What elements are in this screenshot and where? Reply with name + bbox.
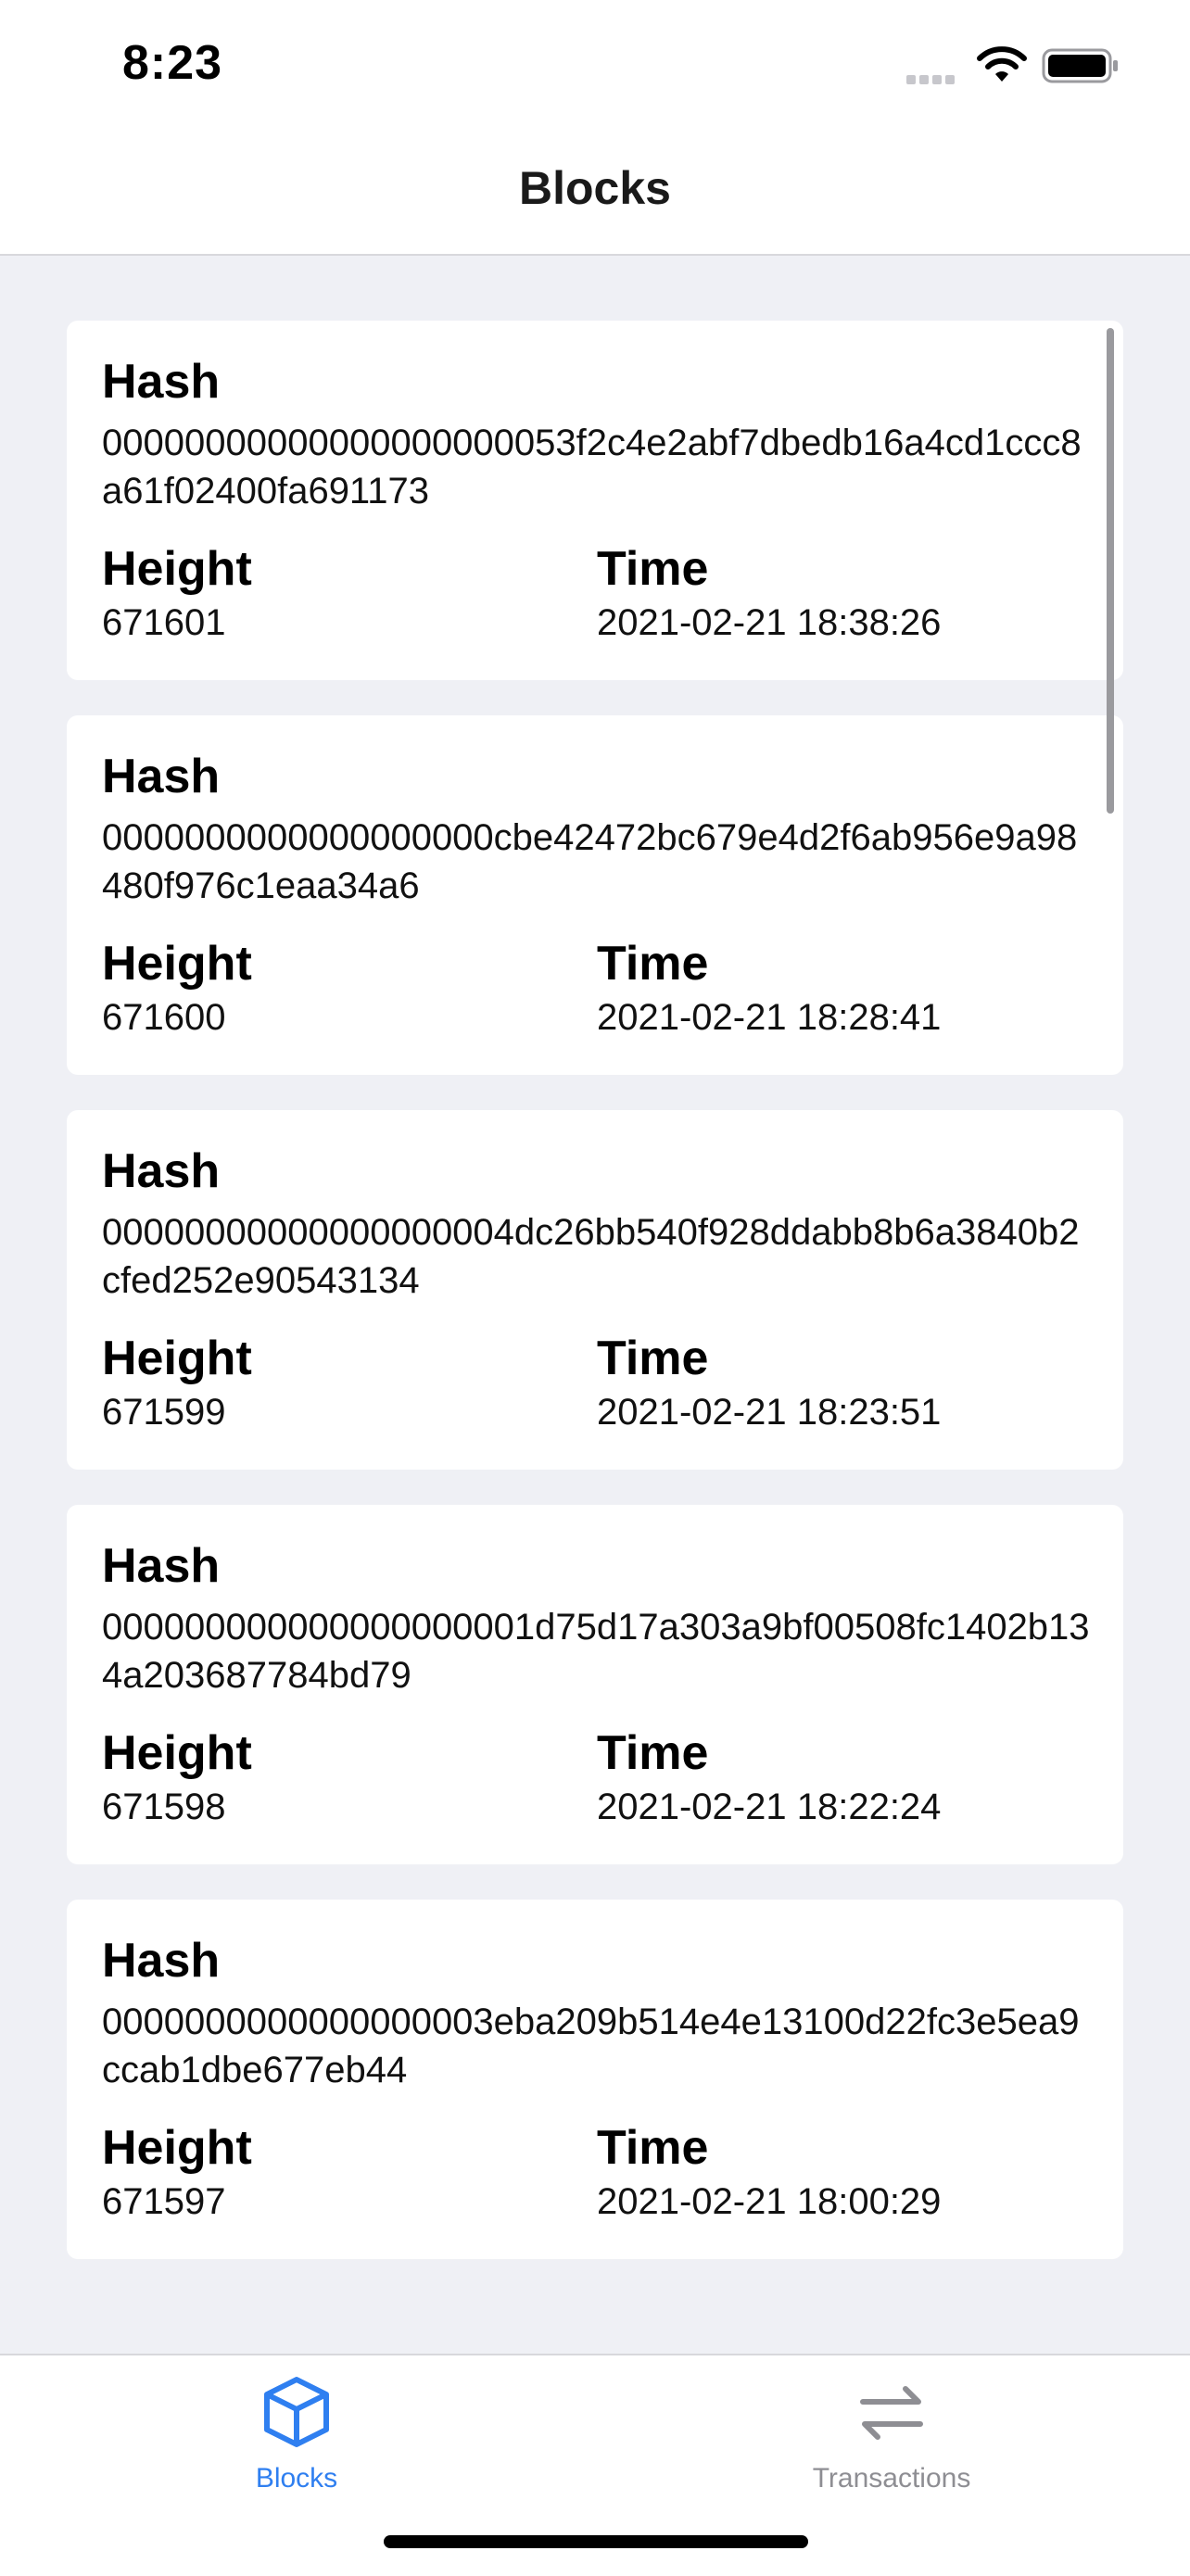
hash-value: 0000000000000000003eba209b514e4e13100d22… [102, 2001, 1080, 2090]
hash-label: Hash [102, 1144, 221, 1198]
tab-label: Transactions [812, 2463, 971, 2494]
block-card[interactable]: Hash 0000000000000000003eba209b514e4e131… [67, 1900, 1123, 2259]
height-label: Height [102, 2121, 252, 2175]
time-label: Time [597, 1332, 709, 1385]
height-label: Height [102, 1332, 252, 1385]
height-label: Height [102, 937, 252, 991]
block-card[interactable]: Hash 000000000000000000001d75d17a303a9bf… [67, 1505, 1123, 1864]
tab-blocks[interactable]: Blocks [158, 2374, 436, 2494]
time-value: 2021-02-21 18:28:41 [597, 997, 942, 1038]
hash-value: 00000000000000000004dc26bb540f928ddabb8b… [102, 1212, 1080, 1301]
home-indicator[interactable] [384, 2535, 808, 2548]
time-label: Time [597, 1726, 709, 1780]
hash-label: Hash [102, 750, 221, 803]
hash-value: 000000000000000000001d75d17a303a9bf00508… [102, 1607, 1090, 1696]
tab-label: Blocks [255, 2463, 338, 2494]
cellular-signal-icon [906, 72, 962, 84]
hash-label: Hash [102, 1539, 221, 1593]
time-label: Time [597, 2121, 709, 2175]
height-value: 671599 [102, 1392, 226, 1433]
tab-transactions[interactable]: Transactions [753, 2374, 1031, 2494]
time-label: Time [597, 542, 709, 596]
height-value: 671601 [102, 602, 226, 643]
blocks-list[interactable]: Hash 00000000000000000000053f2c4e2abf7db… [67, 321, 1123, 2294]
block-card[interactable]: Hash 00000000000000000004dc26bb540f928dd… [67, 1110, 1123, 1470]
status-bar: 8:23 [0, 0, 1190, 139]
battery-icon [1042, 48, 1118, 83]
hash-label: Hash [102, 355, 221, 409]
time-label: Time [597, 937, 709, 991]
arrows-left-right-icon [860, 2386, 923, 2440]
time-value: 2021-02-21 18:22:24 [597, 1787, 942, 1827]
wifi-icon [977, 46, 1027, 82]
hash-label: Hash [102, 1934, 221, 1988]
time-value: 2021-02-21 18:23:51 [597, 1392, 942, 1433]
time-value: 2021-02-21 18:00:29 [597, 2181, 942, 2222]
height-label: Height [102, 1726, 252, 1780]
cube-icon [264, 2377, 329, 2447]
height-label: Height [102, 542, 252, 596]
block-card[interactable]: Hash 00000000000000000000053f2c4e2abf7db… [67, 321, 1123, 680]
time-value: 2021-02-21 18:38:26 [597, 602, 942, 643]
navigation-bar: Blocks [0, 139, 1190, 256]
height-value: 671600 [102, 997, 226, 1038]
hash-value: 0000000000000000000cbe42472bc679e4d2f6ab… [102, 817, 1078, 906]
hash-value: 00000000000000000000053f2c4e2abf7dbedb16… [102, 423, 1082, 511]
status-time: 8:23 [122, 36, 223, 90]
page-title: Blocks [519, 162, 671, 214]
height-value: 671597 [102, 2181, 226, 2222]
block-card[interactable]: Hash 0000000000000000000cbe42472bc679e4d… [67, 715, 1123, 1075]
height-value: 671598 [102, 1787, 226, 1827]
scroll-indicator[interactable] [1107, 328, 1114, 814]
